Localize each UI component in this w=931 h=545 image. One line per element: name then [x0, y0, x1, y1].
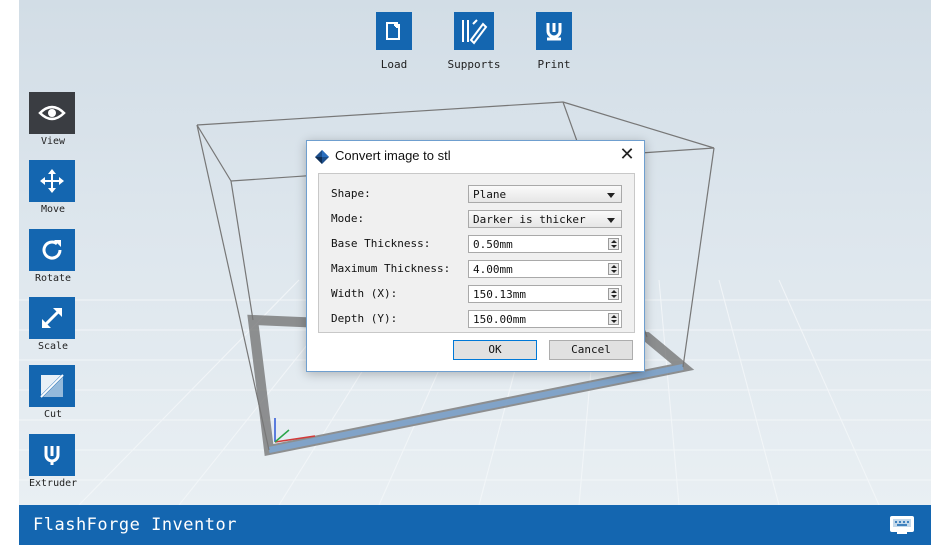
sidebar-item-extruder[interactable]: Extruder [29, 434, 77, 489]
dialog-form: Shape: Plane Mode: Darker is thicker Bas… [318, 173, 635, 333]
sidebar-item-move[interactable]: Move [29, 160, 77, 215]
close-icon[interactable]: ✕ [618, 146, 636, 164]
flashforge-logo-icon [315, 149, 329, 168]
spin-arrows-icon[interactable] [608, 313, 619, 325]
max-thickness-stepper[interactable]: 4.00mm [468, 260, 622, 278]
print-icon [536, 12, 572, 50]
mode-label: Mode: [331, 212, 365, 225]
max-thickness-row: Maximum Thickness: 4.00mm [331, 260, 627, 278]
supports-button[interactable]: Supports [443, 12, 505, 71]
eye-icon [29, 92, 75, 134]
depth-label: Depth (Y): [331, 312, 398, 325]
sidebar-item-label: Scale [37, 341, 69, 352]
width-label: Width (X): [331, 287, 398, 300]
mode-value: Darker is thicker [473, 213, 586, 226]
cancel-button[interactable]: Cancel [549, 340, 633, 360]
keyboard-icon[interactable] [889, 513, 915, 535]
load-icon [376, 12, 412, 50]
print-button[interactable]: Print [523, 12, 585, 71]
max-thickness-label: Maximum Thickness: [331, 262, 451, 275]
sidebar-item-rotate[interactable]: Rotate [29, 229, 77, 284]
sidebar-item-view[interactable]: View [29, 92, 77, 147]
chevron-down-icon [607, 193, 615, 198]
width-value: 150.13mm [473, 288, 526, 301]
scale-arrow-icon [29, 297, 75, 339]
sidebar-item-cut[interactable]: Cut [29, 365, 77, 420]
sidebar-item-label: Move [40, 204, 66, 215]
base-thickness-label: Base Thickness: [331, 237, 431, 250]
base-thickness-stepper[interactable]: 0.50mm [468, 235, 622, 253]
app-window: Load Supports Print View Move Rotate Sca… [19, 0, 931, 545]
chevron-down-icon [607, 218, 615, 223]
depth-value: 150.00mm [473, 313, 526, 326]
max-thickness-value: 4.00mm [473, 263, 513, 276]
depth-stepper[interactable]: 150.00mm [468, 310, 622, 328]
print-label: Print [537, 58, 571, 71]
shape-label: Shape: [331, 187, 371, 200]
sidebar-item-label: Cut [43, 409, 63, 420]
base-thickness-row: Base Thickness: 0.50mm [331, 235, 627, 253]
move-arrows-icon [29, 160, 75, 202]
spin-arrows-icon[interactable] [608, 263, 619, 275]
supports-label: Supports [447, 58, 501, 71]
width-stepper[interactable]: 150.13mm [468, 285, 622, 303]
sidebar-item-scale[interactable]: Scale [29, 297, 77, 352]
shape-row: Shape: Plane [331, 185, 627, 203]
convert-image-dialog: Convert image to stl ✕ Shape: Plane Mode… [306, 140, 645, 372]
extruder-icon [29, 434, 75, 476]
load-label: Load [380, 58, 408, 71]
mode-row: Mode: Darker is thicker [331, 210, 627, 228]
shape-select[interactable]: Plane [468, 185, 622, 203]
sidebar-item-label: Extruder [29, 478, 78, 489]
shape-value: Plane [473, 188, 507, 201]
load-button[interactable]: Load [363, 12, 425, 71]
sidebar-item-label: Rotate [34, 273, 72, 284]
sidebar-item-label: View [40, 136, 66, 147]
app-title: FlashForge Inventor [33, 515, 237, 535]
dialog-title: Convert image to stl [335, 148, 451, 163]
dialog-titlebar[interactable]: Convert image to stl ✕ [307, 141, 644, 171]
cut-icon [29, 365, 75, 407]
spin-arrows-icon[interactable] [608, 238, 619, 250]
rotate-icon [29, 229, 75, 271]
mode-select[interactable]: Darker is thicker [468, 210, 622, 228]
width-row: Width (X): 150.13mm [331, 285, 627, 303]
base-thickness-value: 0.50mm [473, 238, 513, 251]
supports-icon [454, 12, 494, 50]
spin-arrows-icon[interactable] [608, 288, 619, 300]
3d-viewport[interactable]: Load Supports Print View Move Rotate Sca… [19, 0, 931, 505]
status-bar: FlashForge Inventor [19, 505, 931, 545]
depth-row: Depth (Y): 150.00mm [331, 310, 627, 328]
ok-button[interactable]: OK [453, 340, 537, 360]
